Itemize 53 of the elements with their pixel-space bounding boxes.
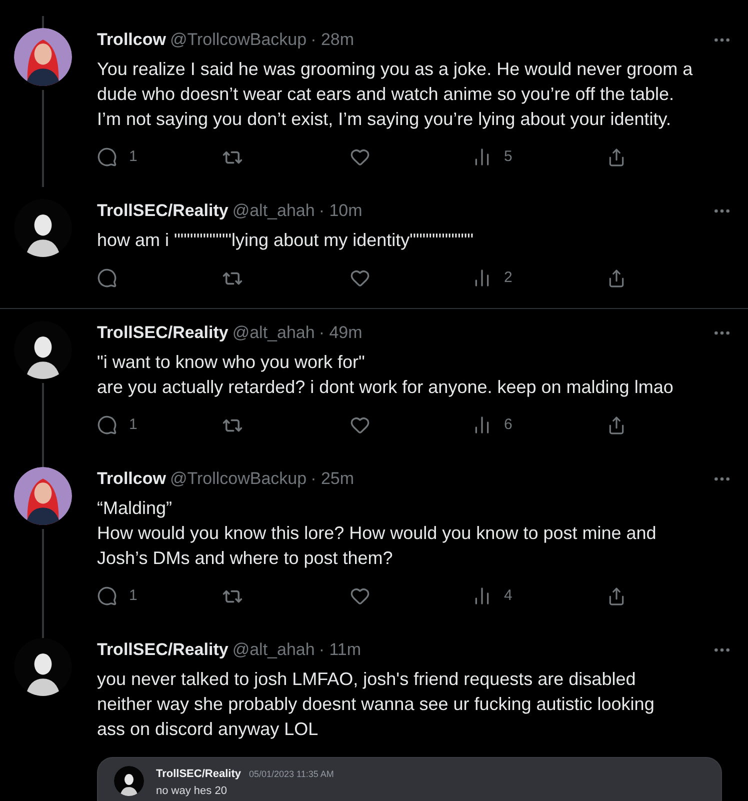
user-handle[interactable]: @TrollcowBackup xyxy=(170,467,307,491)
timestamp[interactable]: · 28m xyxy=(310,28,354,52)
display-name[interactable]: Trollcow xyxy=(97,28,166,52)
tweet-text: dude who doesn’t wear cat ears and watch anime so you’re off the table. xyxy=(97,83,676,106)
timestamp[interactable]: · 11m xyxy=(318,638,362,662)
reply-icon[interactable] xyxy=(97,147,117,167)
tweet-text: how am i """""""""lying about my identity"""""""""" xyxy=(97,229,475,252)
tweet-text: You realize I said he was grooming you as a joke. He would never groom a xyxy=(97,58,694,81)
user-handle[interactable]: @alt_ahah xyxy=(232,199,315,223)
view-count: 4 xyxy=(504,586,512,606)
share-icon[interactable] xyxy=(607,416,626,434)
avatar[interactable] xyxy=(14,28,72,86)
tweet-text: Josh’s DMs and where to post them? xyxy=(97,547,394,570)
view-count: 2 xyxy=(504,268,512,288)
chat-timestamp: 05/01/2023 11:35 AM xyxy=(248,768,334,781)
share-icon[interactable] xyxy=(607,586,626,606)
share-icon[interactable] xyxy=(607,148,626,166)
tweet-text: are you actually retarded? i dont work for anyone. keep on malding lmao xyxy=(97,376,674,399)
display-name[interactable]: TrollSEC/Reality xyxy=(97,638,228,662)
reply-icon[interactable] xyxy=(97,268,117,288)
tweet-text: “Malding” xyxy=(97,497,174,520)
like-icon[interactable] xyxy=(350,586,370,606)
timestamp[interactable]: · 25m xyxy=(310,467,354,491)
tweet-text: I’m not saying you don’t exist, I’m saying you’re lying about your identity. xyxy=(97,108,672,131)
avatar[interactable] xyxy=(14,467,72,525)
like-icon[interactable] xyxy=(350,147,370,167)
display-name[interactable]: TrollSEC/Reality xyxy=(97,321,228,345)
display-name[interactable]: Trollcow xyxy=(97,467,166,491)
tweet-text: neither way she probably doesnt wanna see ur fucking autistic looking xyxy=(97,693,656,716)
user-handle[interactable]: @alt_ahah xyxy=(232,321,315,345)
tweet-text: you never talked to josh LMFAO, josh's friend requests are disabled xyxy=(97,668,637,691)
view-count: 6 xyxy=(504,414,512,435)
chat-username: TrollSEC/Reality xyxy=(156,767,241,782)
user-handle[interactable]: @TrollcowBackup xyxy=(170,28,307,52)
embedded-image[interactable]: TrollSEC/Reality 05/01/2023 11:35 AM no way hes 20 xyxy=(97,757,722,801)
reply-count: 1 xyxy=(129,146,138,167)
tweet-text: ass on discord anyway LOL xyxy=(97,718,320,741)
view-count: 5 xyxy=(504,146,512,167)
avatar[interactable] xyxy=(114,766,144,796)
like-icon[interactable] xyxy=(350,415,370,435)
tweet-text: How would you know this lore? How would you know to post mine and xyxy=(97,522,658,545)
reply-count: 1 xyxy=(129,586,138,606)
timestamp[interactable]: · 49m xyxy=(318,321,362,345)
reply-icon[interactable] xyxy=(97,415,117,435)
timestamp[interactable]: · 10m xyxy=(318,199,362,223)
share-icon[interactable] xyxy=(607,268,626,288)
reply-icon[interactable] xyxy=(97,586,117,606)
tweet-text: "i want to know who you work for" xyxy=(97,351,366,374)
chat-message: no way hes 20 xyxy=(156,784,228,798)
reply-count: 1 xyxy=(129,414,138,435)
user-handle[interactable]: @alt_ahah xyxy=(232,638,315,662)
display-name[interactable]: TrollSEC/Reality xyxy=(97,199,228,223)
like-icon[interactable] xyxy=(350,268,370,288)
